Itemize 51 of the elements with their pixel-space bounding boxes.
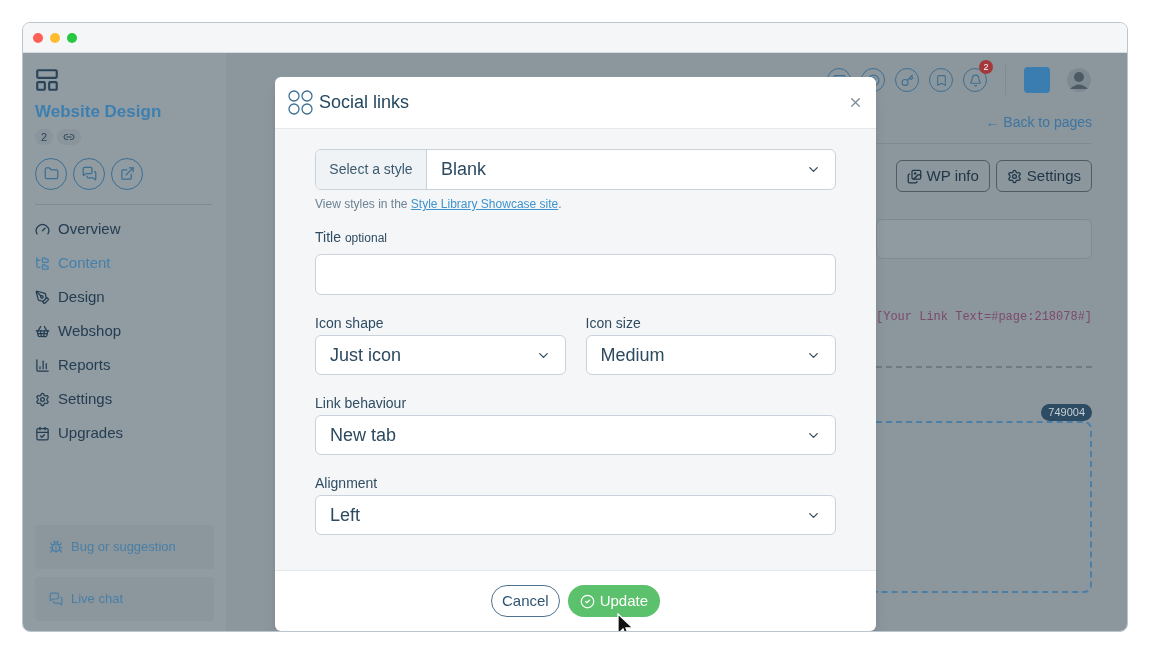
nav-item[interactable]: Reports [35,354,214,377]
basket-icon [35,324,50,339]
close-icon[interactable] [848,95,863,110]
helper-text: View styles in the Style Library Showcase site. [315,196,563,213]
modal-title: Social links [319,91,410,114]
toolbar-button[interactable]: WP info [895,160,990,192]
bell-icon [968,73,982,87]
field-label: Title [315,228,341,247]
field-label: Link behaviour [315,394,408,411]
bookmark-icon [934,73,948,87]
select-field[interactable]: Medium [585,335,836,375]
images-icon [906,168,922,184]
chart-icon [35,358,50,373]
field-label: Alignment [315,474,379,491]
nav-item[interactable]: Design [35,286,214,309]
key-icon [900,73,914,87]
select-field[interactable]: Left [315,495,836,535]
optional-hint: optional [344,230,387,247]
chat-icon [81,166,97,181]
block-id-badge: 749004 [1041,404,1093,421]
update-button[interactable]: Update [567,585,661,617]
chat-icon [49,592,63,606]
pen-icon [35,290,50,305]
toolbar-button[interactable]: Settings [995,160,1093,192]
nav-item[interactable]: Upgrades [35,422,214,445]
select-field[interactable]: Just icon [315,335,566,375]
nav-item[interactable]: Webshop [35,320,214,343]
count-badge: 2 [35,128,54,145]
tree-icon [35,256,50,271]
text-field[interactable] [876,219,1093,259]
bug-icon [49,540,63,554]
site-title: Website Design [35,101,163,123]
logo-icon [1024,67,1051,93]
gear-icon [35,392,50,407]
external-link-icon [119,166,135,181]
gear-icon [1006,168,1022,184]
check-icon [579,593,595,609]
calendar-icon [35,426,50,441]
notification-badge: 2 [979,60,994,74]
title-input[interactable] [315,254,836,295]
nav-item[interactable]: Overview [35,218,214,241]
folder-icon [43,166,59,181]
social-icons-icon [288,90,313,115]
shortcode-text: [Your Link Text=#page:218078#] [876,309,1093,326]
field-label: Icon size [585,314,642,331]
browser-window-icon [34,67,60,93]
select-field[interactable]: New tab [315,415,836,455]
gauge-icon [35,222,50,237]
avatar-icon [1066,67,1093,93]
nav-item[interactable]: Settings [35,388,214,411]
field-label: Icon shape [315,314,385,331]
